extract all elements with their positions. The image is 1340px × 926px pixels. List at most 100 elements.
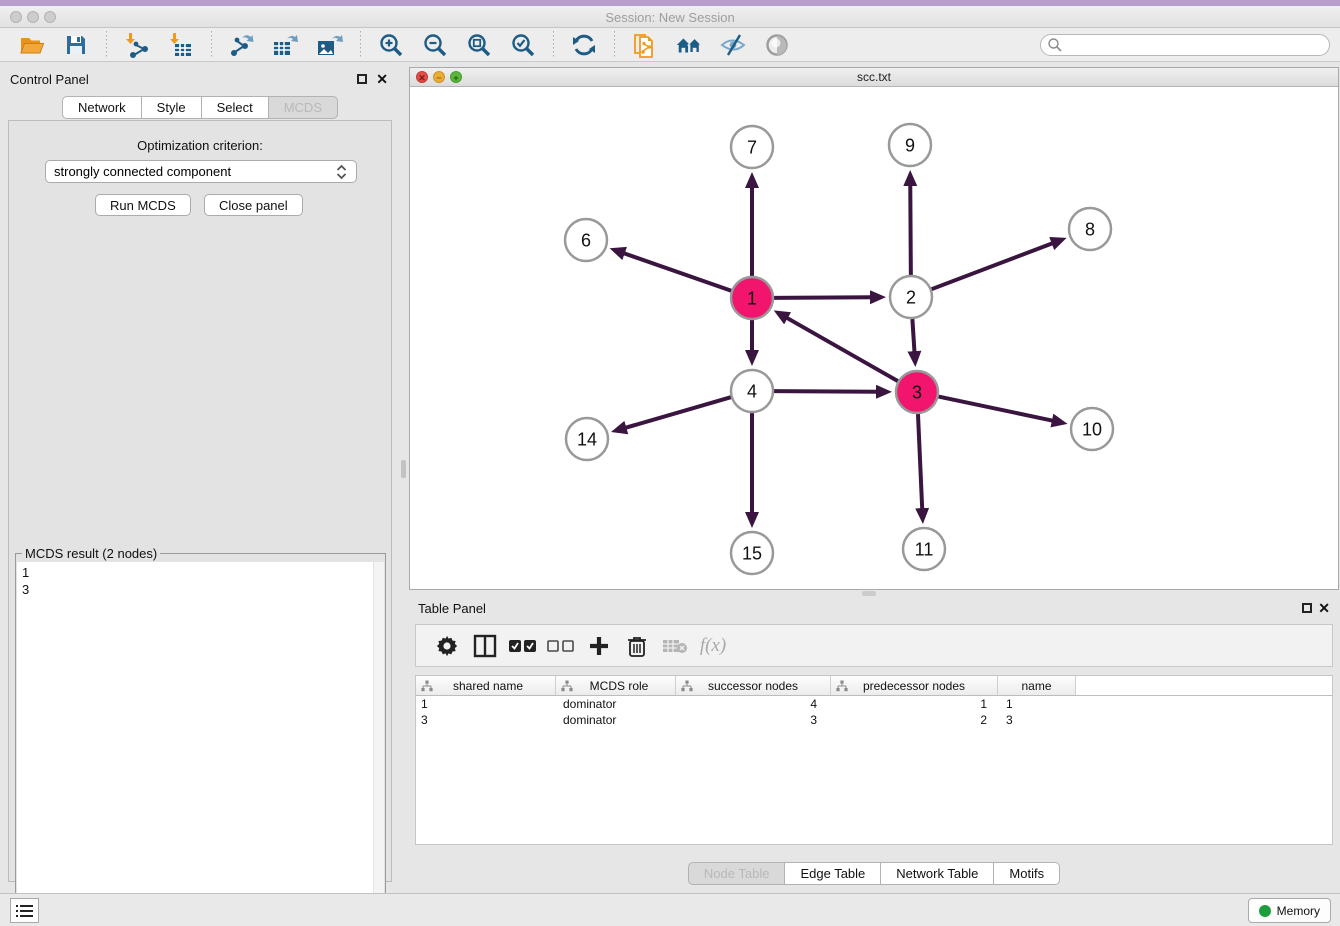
edge-1-2[interactable] — [774, 297, 872, 298]
tab-style[interactable]: Style — [142, 96, 202, 119]
column-header-successor-nodes[interactable]: successor nodes — [676, 676, 831, 695]
zoom-out-icon[interactable] — [421, 31, 449, 59]
column-header-predecessor-nodes[interactable]: predecessor nodes — [831, 676, 998, 695]
cell-successor-nodes[interactable]: 4 — [676, 696, 831, 712]
vertical-splitter[interactable] — [400, 62, 408, 893]
cell-name[interactable]: 3 — [998, 712, 1076, 728]
column-header-empty — [1076, 676, 1332, 695]
edge-2-8[interactable] — [932, 243, 1054, 289]
tab-edge-table[interactable]: Edge Table — [785, 862, 881, 885]
column-label: successor nodes — [708, 679, 798, 693]
close-panel-button[interactable]: Close panel — [204, 194, 303, 216]
apply-layout-icon[interactable] — [570, 31, 598, 59]
svg-text:3: 3 — [912, 382, 922, 402]
run-mcds-button[interactable]: Run MCDS — [95, 194, 191, 216]
edge-3-1[interactable] — [786, 317, 898, 381]
import-table-icon[interactable] — [167, 31, 195, 59]
select-all-columns-icon[interactable] — [508, 631, 538, 661]
node-6[interactable]: 6 — [565, 219, 607, 261]
column-header-name[interactable]: name — [998, 676, 1076, 695]
network-canvas[interactable]: 7 9 6 8 1 2 4 3 14 10 15 11 — [410, 87, 1338, 589]
network-window-titlebar[interactable]: ✕ − + scc.txt — [410, 68, 1338, 87]
edge-1-6[interactable] — [623, 253, 731, 291]
search-field[interactable] — [1040, 34, 1330, 56]
node-2[interactable]: 2 — [890, 276, 932, 318]
close-panel-icon[interactable]: ✕ — [376, 71, 388, 87]
node-11[interactable]: 11 — [903, 528, 945, 570]
export-table-icon[interactable] — [272, 31, 300, 59]
cell-mcds-role[interactable]: dominator — [556, 696, 676, 712]
table-header-row: shared name MCDS role successor nodes pr… — [416, 676, 1332, 696]
node-15[interactable]: 15 — [731, 532, 773, 574]
optimization-criterion-dropdown[interactable]: strongly connected component — [45, 160, 357, 183]
add-column-icon[interactable] — [584, 631, 614, 661]
mcds-result-textarea[interactable]: 1 3 — [17, 562, 384, 926]
zoom-selected-icon[interactable] — [509, 31, 537, 59]
cell-shared-name[interactable]: 3 — [416, 712, 556, 728]
search-icon — [1047, 37, 1063, 53]
search-input[interactable] — [1063, 36, 1329, 54]
splitter-thumb — [862, 591, 876, 596]
table-row[interactable]: 3 dominator 3 2 3 — [416, 712, 1332, 728]
node-10[interactable]: 10 — [1071, 408, 1113, 450]
tab-network[interactable]: Network — [62, 96, 142, 119]
cell-predecessor-nodes[interactable]: 2 — [831, 712, 998, 728]
table-row[interactable]: 1 dominator 4 1 1 — [416, 696, 1332, 712]
edge-3-10[interactable] — [939, 397, 1054, 421]
list-icon — [16, 904, 33, 918]
column-settings-gear-icon[interactable] — [432, 631, 462, 661]
memory-button[interactable]: Memory — [1248, 898, 1331, 923]
node-1[interactable]: 1 — [731, 277, 773, 319]
cell-name[interactable]: 1 — [998, 696, 1076, 712]
chevron-updown-icon — [335, 164, 348, 180]
tab-network-table[interactable]: Network Table — [881, 862, 994, 885]
cell-shared-name[interactable]: 1 — [416, 696, 556, 712]
node-7[interactable]: 7 — [731, 126, 773, 168]
column-header-shared-name[interactable]: shared name — [416, 676, 556, 695]
node-4[interactable]: 4 — [731, 370, 773, 412]
close-panel-icon[interactable]: ✕ — [1318, 600, 1330, 616]
toolbar-separator — [211, 31, 212, 59]
mcds-result-title: MCDS result (2 nodes) — [22, 546, 160, 561]
node-14[interactable]: 14 — [566, 418, 608, 460]
duplicate-network-icon[interactable] — [631, 31, 659, 59]
titlebar: Session: New Session — [0, 6, 1340, 28]
hierarchy-icon — [836, 680, 848, 692]
column-header-mcds-role[interactable]: MCDS role — [556, 676, 676, 695]
edge-4-14[interactable] — [624, 397, 730, 428]
deselect-all-columns-icon[interactable] — [546, 631, 576, 661]
edge-4-3[interactable] — [774, 391, 878, 392]
node-9[interactable]: 9 — [889, 124, 931, 166]
split-panel-icon[interactable] — [470, 631, 500, 661]
svg-text:7: 7 — [747, 137, 757, 157]
export-network-icon[interactable] — [228, 31, 256, 59]
task-history-button[interactable] — [10, 898, 39, 923]
node-8[interactable]: 8 — [1069, 208, 1111, 250]
edge-3-11[interactable] — [918, 414, 922, 510]
first-neighbors-icon[interactable] — [675, 31, 703, 59]
cell-successor-nodes[interactable]: 3 — [676, 712, 831, 728]
cell-mcds-role[interactable]: dominator — [556, 712, 676, 728]
cell-predecessor-nodes[interactable]: 1 — [831, 696, 998, 712]
result-scrollbar[interactable] — [373, 562, 384, 926]
tab-node-table[interactable]: Node Table — [688, 862, 786, 885]
tab-select[interactable]: Select — [202, 96, 269, 119]
show-all-eye-icon[interactable] — [763, 31, 791, 59]
import-network-icon[interactable] — [123, 31, 151, 59]
horizontal-splitter[interactable] — [408, 590, 1340, 597]
tab-motifs[interactable]: Motifs — [994, 862, 1060, 885]
edge-2-3[interactable] — [912, 319, 914, 353]
hide-selected-eye-icon[interactable] — [719, 31, 747, 59]
float-panel-icon[interactable] — [357, 74, 367, 84]
zoom-fit-icon[interactable] — [465, 31, 493, 59]
node-3[interactable]: 3 — [896, 371, 938, 413]
svg-text:4: 4 — [747, 381, 757, 401]
export-image-icon[interactable] — [316, 31, 344, 59]
edge-2-9[interactable] — [910, 184, 911, 275]
float-panel-icon[interactable] — [1302, 603, 1312, 613]
open-session-icon[interactable] — [18, 31, 46, 59]
zoom-in-icon[interactable] — [377, 31, 405, 59]
save-session-icon[interactable] — [62, 31, 90, 59]
delete-column-trash-icon[interactable] — [622, 631, 652, 661]
tab-mcds[interactable]: MCDS — [269, 96, 338, 119]
